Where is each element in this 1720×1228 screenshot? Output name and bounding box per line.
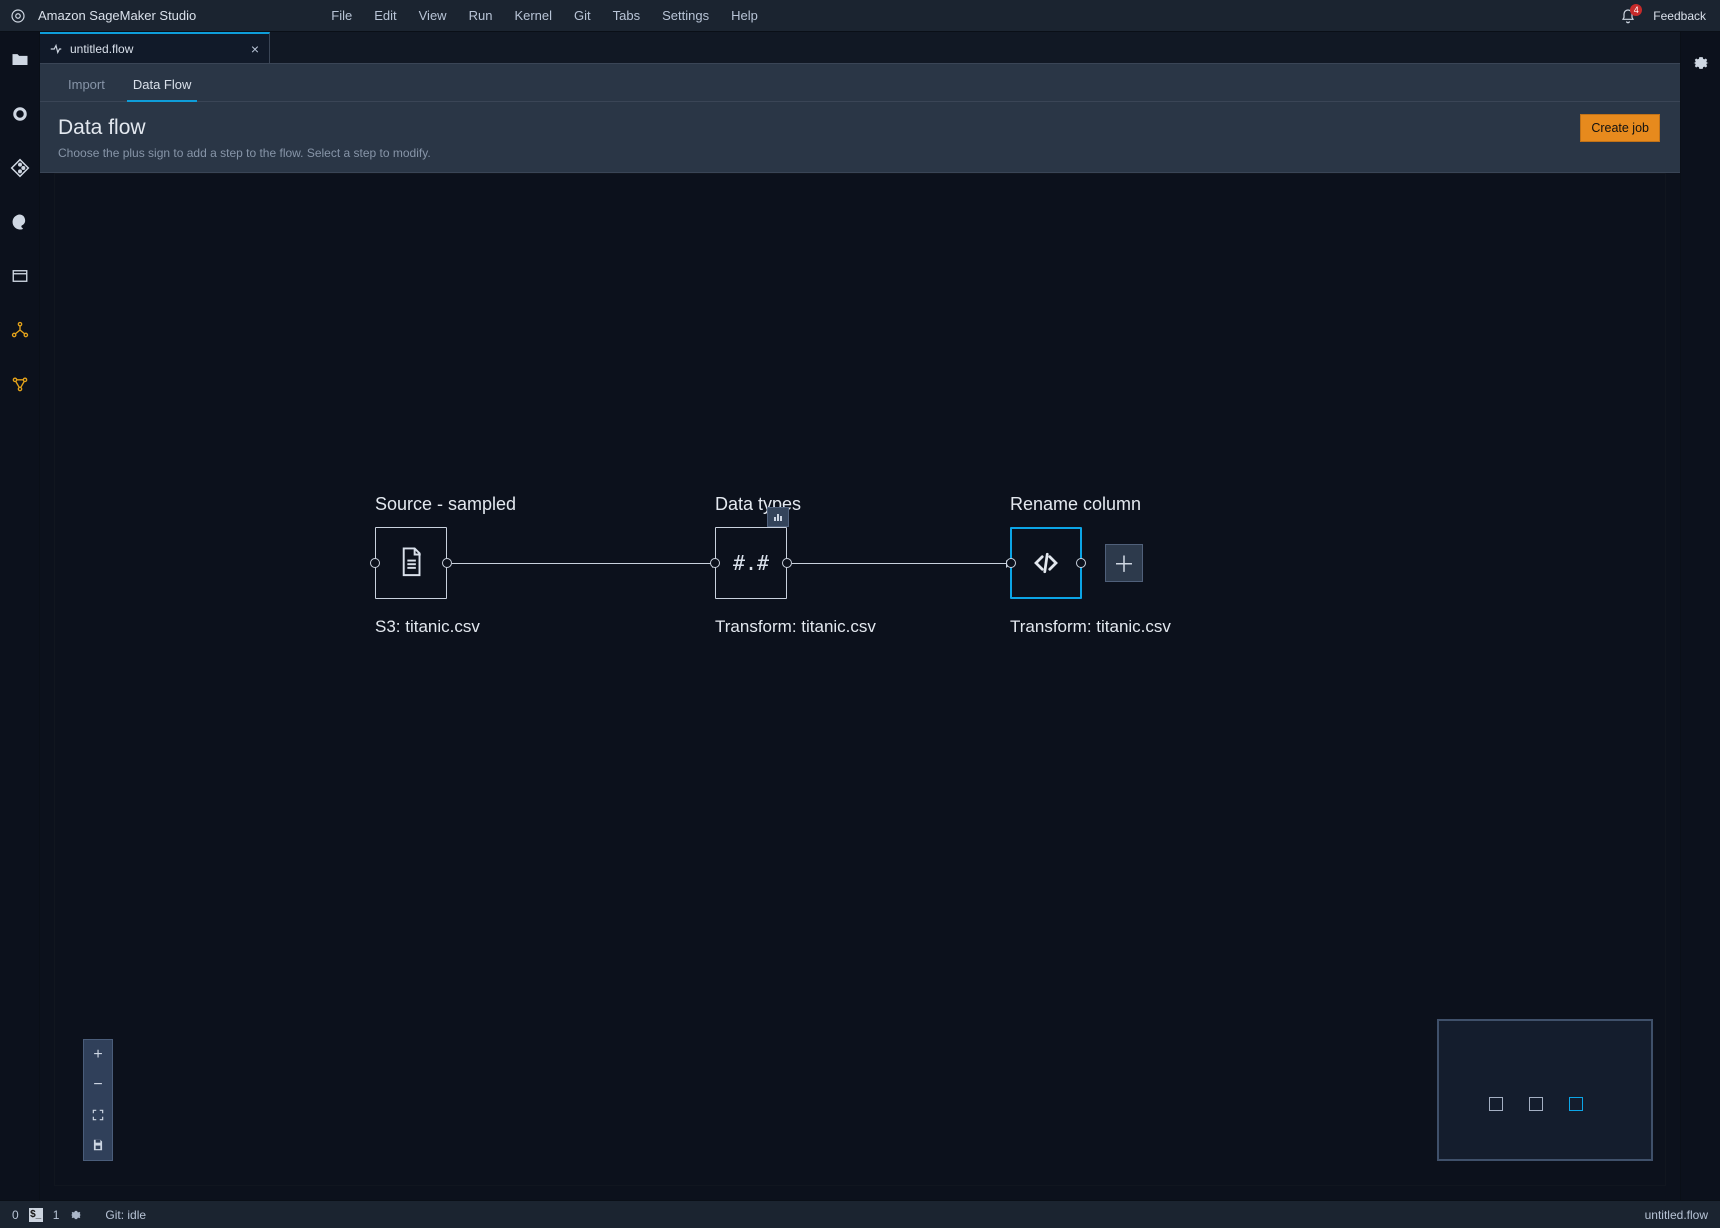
terminal-icon[interactable]: $_ bbox=[29, 1208, 43, 1222]
menu-edit[interactable]: Edit bbox=[363, 8, 407, 23]
window-icon[interactable] bbox=[8, 264, 32, 288]
status-git: Git: idle bbox=[105, 1208, 146, 1222]
dw-sub-tabs: Import Data Flow bbox=[40, 64, 1680, 102]
right-activity-bar bbox=[1680, 32, 1720, 1200]
menu-items: File Edit View Run Kernel Git Tabs Setti… bbox=[210, 8, 769, 23]
page-subtitle: Choose the plus sign to add a step to th… bbox=[58, 146, 1662, 160]
node-box-selected[interactable] bbox=[1010, 527, 1082, 599]
menu-file[interactable]: File bbox=[320, 8, 363, 23]
flow-canvas[interactable]: Source - sampled S3: titanic.csv Data ty bbox=[54, 173, 1666, 1186]
minimap-viewport bbox=[1447, 1029, 1643, 1151]
aws-logo-icon bbox=[0, 7, 36, 25]
file-tab-row: untitled.flow × bbox=[40, 32, 1680, 64]
node-title: Data types bbox=[715, 494, 1015, 515]
notifications-bell-icon[interactable]: 4 bbox=[1617, 6, 1639, 26]
zoom-in-button[interactable]: + bbox=[84, 1040, 112, 1070]
connector bbox=[792, 563, 1010, 564]
create-job-button[interactable]: Create job bbox=[1580, 114, 1660, 142]
zoom-out-button[interactable]: − bbox=[84, 1070, 112, 1100]
folder-icon[interactable] bbox=[8, 48, 32, 72]
minimap-node bbox=[1489, 1097, 1503, 1111]
connector bbox=[452, 563, 716, 564]
node-subtitle: Transform: titanic.csv bbox=[1010, 617, 1310, 637]
flow-node-rename-column[interactable]: Rename column Transform: titanic.csv bbox=[1010, 494, 1310, 637]
flow-node-source[interactable]: Source - sampled S3: titanic.csv bbox=[375, 494, 675, 637]
close-icon[interactable]: × bbox=[251, 42, 259, 56]
gear-icon[interactable] bbox=[1690, 52, 1712, 74]
menu-run[interactable]: Run bbox=[458, 8, 504, 23]
minimap-node bbox=[1529, 1097, 1543, 1111]
components-icon[interactable] bbox=[8, 318, 32, 342]
status-kernel-count: 1 bbox=[53, 1208, 60, 1222]
menu-tabs[interactable]: Tabs bbox=[602, 8, 651, 23]
kernel-gear-icon[interactable] bbox=[69, 1208, 83, 1222]
top-menu-bar: Amazon SageMaker Studio File Edit View R… bbox=[0, 0, 1720, 32]
palette-icon[interactable] bbox=[8, 210, 32, 234]
menu-help[interactable]: Help bbox=[720, 8, 769, 23]
flow-file-icon bbox=[48, 41, 64, 57]
minimap-node-selected bbox=[1569, 1097, 1583, 1111]
menu-settings[interactable]: Settings bbox=[651, 8, 720, 23]
code-icon bbox=[1028, 548, 1064, 578]
zoom-fit-button[interactable] bbox=[84, 1100, 112, 1130]
tab-data-flow[interactable]: Data Flow bbox=[119, 77, 206, 101]
flow-node-data-types[interactable]: Data types #.# Transform: titanic.csv bbox=[715, 494, 1015, 637]
git-icon[interactable] bbox=[8, 156, 32, 180]
hash-icon: #.# bbox=[733, 551, 769, 575]
chart-icon[interactable] bbox=[767, 507, 789, 527]
pipeline-icon[interactable] bbox=[8, 372, 32, 396]
save-button[interactable] bbox=[84, 1130, 112, 1160]
file-tab-label: untitled.flow bbox=[70, 42, 133, 56]
file-tab-untitled-flow[interactable]: untitled.flow × bbox=[40, 32, 270, 63]
left-activity-bar bbox=[0, 32, 40, 1200]
node-box[interactable]: #.# bbox=[715, 527, 787, 599]
status-bar: 0 $_ 1 Git: idle untitled.flow bbox=[0, 1200, 1720, 1228]
menu-kernel[interactable]: Kernel bbox=[503, 8, 563, 23]
notifications-badge: 4 bbox=[1630, 4, 1642, 16]
add-step-button[interactable]: ＋ bbox=[1105, 544, 1143, 582]
work-area: untitled.flow × Import Data Flow Data fl… bbox=[40, 32, 1680, 1200]
minimap[interactable] bbox=[1437, 1019, 1653, 1161]
document-icon bbox=[396, 546, 426, 580]
canvas-wrapper: Source - sampled S3: titanic.csv Data ty bbox=[40, 173, 1680, 1200]
page-title: Data flow bbox=[58, 116, 1662, 140]
node-subtitle: Transform: titanic.csv bbox=[715, 617, 1015, 637]
zoom-controls: + − bbox=[83, 1039, 113, 1161]
menu-view[interactable]: View bbox=[408, 8, 458, 23]
menu-git[interactable]: Git bbox=[563, 8, 602, 23]
node-title: Rename column bbox=[1010, 494, 1310, 515]
status-left-number: 0 bbox=[12, 1208, 19, 1222]
app-title: Amazon SageMaker Studio bbox=[36, 8, 210, 23]
feedback-link[interactable]: Feedback bbox=[1653, 9, 1706, 23]
node-subtitle: S3: titanic.csv bbox=[375, 617, 675, 637]
tab-import[interactable]: Import bbox=[54, 77, 119, 101]
circle-icon[interactable] bbox=[8, 102, 32, 126]
dw-header: Data flow Choose the plus sign to add a … bbox=[40, 102, 1680, 173]
node-box[interactable] bbox=[375, 527, 447, 599]
plus-icon: ＋ bbox=[1113, 547, 1135, 579]
status-filename: untitled.flow bbox=[1645, 1208, 1708, 1222]
node-title: Source - sampled bbox=[375, 494, 675, 515]
